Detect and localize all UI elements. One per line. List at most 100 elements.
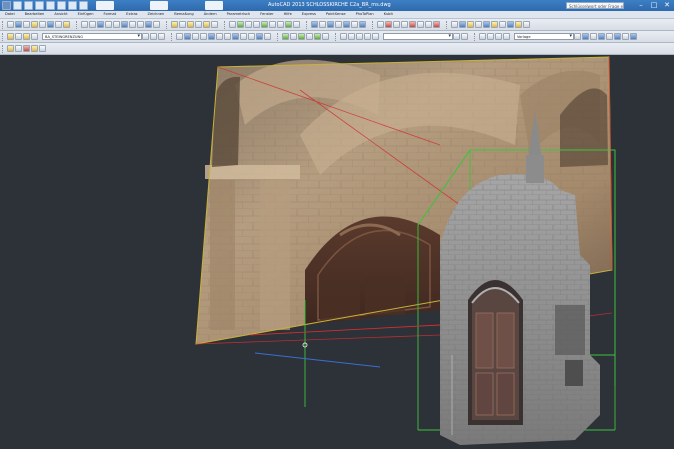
tool-icon[interactable] — [351, 21, 358, 28]
tool-icon[interactable] — [31, 33, 38, 40]
toolbar-grip[interactable] — [224, 20, 227, 29]
open-file-icon[interactable] — [24, 1, 33, 10]
tool-icon[interactable] — [7, 45, 14, 52]
tool-icon[interactable] — [461, 33, 468, 40]
menu-item[interactable]: Bemaßung — [169, 11, 198, 18]
tool-icon[interactable] — [261, 21, 268, 28]
layer-dropdown[interactable]: Vorlage — [514, 33, 574, 40]
tool-icon[interactable] — [590, 33, 597, 40]
workspace-switch[interactable] — [96, 1, 114, 10]
toolbar-grip[interactable] — [2, 32, 5, 41]
tool-icon[interactable] — [401, 21, 408, 28]
tool-icon[interactable] — [89, 21, 96, 28]
tool-icon[interactable] — [253, 21, 260, 28]
toolbar-grip[interactable] — [474, 32, 477, 41]
tool-icon[interactable] — [7, 21, 14, 28]
tool-icon[interactable] — [343, 21, 350, 28]
tool-icon[interactable] — [348, 33, 355, 40]
drawing-viewport[interactable] — [0, 55, 674, 449]
menu-item[interactable]: Kubit — [379, 11, 398, 18]
tool-icon[interactable] — [499, 21, 506, 28]
tool-icon[interactable] — [314, 33, 321, 40]
tool-icon[interactable] — [282, 33, 289, 40]
tool-icon[interactable] — [224, 33, 231, 40]
menu-item[interactable]: Express — [297, 11, 321, 18]
tool-icon[interactable] — [187, 21, 194, 28]
tool-icon[interactable] — [31, 45, 38, 52]
property-dropdown[interactable] — [383, 33, 453, 40]
tool-icon[interactable] — [356, 33, 363, 40]
tool-icon[interactable] — [574, 33, 581, 40]
tool-icon[interactable] — [195, 21, 202, 28]
tool-icon[interactable] — [409, 21, 416, 28]
tool-icon[interactable] — [15, 33, 22, 40]
tool-icon[interactable] — [293, 21, 300, 28]
menu-item[interactable]: PhoToPlan — [351, 11, 379, 18]
minimize-button[interactable]: – — [636, 1, 646, 9]
model-space-canvas[interactable] — [0, 55, 674, 449]
tool-icon[interactable] — [171, 21, 178, 28]
tool-icon[interactable] — [179, 21, 186, 28]
tool-icon[interactable] — [372, 33, 379, 40]
tool-icon[interactable] — [491, 21, 498, 28]
tool-icon[interactable] — [433, 21, 440, 28]
tool-icon[interactable] — [614, 33, 621, 40]
tool-icon[interactable] — [495, 33, 502, 40]
tool-icon[interactable] — [31, 21, 38, 28]
tool-icon[interactable] — [15, 45, 22, 52]
toolbar-grip[interactable] — [306, 20, 309, 29]
tool-icon[interactable] — [137, 21, 144, 28]
menu-item[interactable]: Einfügen — [73, 11, 99, 18]
tool-icon[interactable] — [248, 33, 255, 40]
tool-icon[interactable] — [237, 21, 244, 28]
menu-item[interactable]: Extras — [121, 11, 142, 18]
toolbar-grip[interactable] — [446, 20, 449, 29]
tool-icon[interactable] — [290, 33, 297, 40]
layer-dropdown[interactable]: BA_STEINGRENZUNG — [42, 33, 142, 40]
toolbar-grip[interactable] — [277, 32, 280, 41]
tool-icon[interactable] — [184, 33, 191, 40]
maximize-button[interactable]: □ — [649, 1, 659, 9]
tool-icon[interactable] — [192, 33, 199, 40]
tool-icon[interactable] — [523, 21, 530, 28]
tool-icon[interactable] — [364, 33, 371, 40]
tool-icon[interactable] — [598, 33, 605, 40]
tool-icon[interactable] — [150, 33, 157, 40]
tool-icon[interactable] — [377, 21, 384, 28]
tool-icon[interactable] — [311, 21, 318, 28]
tool-icon[interactable] — [39, 45, 46, 52]
tool-icon[interactable] — [606, 33, 613, 40]
toolbar-grip[interactable] — [76, 20, 79, 29]
menu-item[interactable]: Parametrisch — [222, 11, 256, 18]
tool-icon[interactable] — [277, 21, 284, 28]
tool-icon[interactable] — [475, 21, 482, 28]
tab-button[interactable] — [150, 1, 168, 10]
tool-icon[interactable] — [7, 33, 14, 40]
menu-item[interactable]: Ändern — [199, 11, 222, 18]
tool-icon[interactable] — [229, 21, 236, 28]
tool-icon[interactable] — [359, 21, 366, 28]
save-icon[interactable] — [35, 1, 44, 10]
tool-icon[interactable] — [503, 33, 510, 40]
tool-icon[interactable] — [121, 21, 128, 28]
save-as-icon[interactable] — [46, 1, 55, 10]
tool-icon[interactable] — [451, 21, 458, 28]
tool-icon[interactable] — [129, 21, 136, 28]
tool-icon[interactable] — [23, 33, 30, 40]
tool-icon[interactable] — [208, 33, 215, 40]
tool-icon[interactable] — [425, 21, 432, 28]
tool-icon[interactable] — [23, 45, 30, 52]
plot-icon[interactable] — [57, 1, 66, 10]
tool-icon[interactable] — [211, 21, 218, 28]
tool-icon[interactable] — [200, 33, 207, 40]
toolbar-grip[interactable] — [166, 20, 169, 29]
tool-icon[interactable] — [467, 21, 474, 28]
tool-icon[interactable] — [142, 33, 149, 40]
tool-icon[interactable] — [63, 21, 70, 28]
tool-icon[interactable] — [322, 33, 329, 40]
tool-icon[interactable] — [81, 21, 88, 28]
tool-icon[interactable] — [417, 21, 424, 28]
undo-icon[interactable] — [68, 1, 77, 10]
tool-icon[interactable] — [340, 33, 347, 40]
menu-item[interactable]: Zeichnen — [143, 11, 170, 18]
